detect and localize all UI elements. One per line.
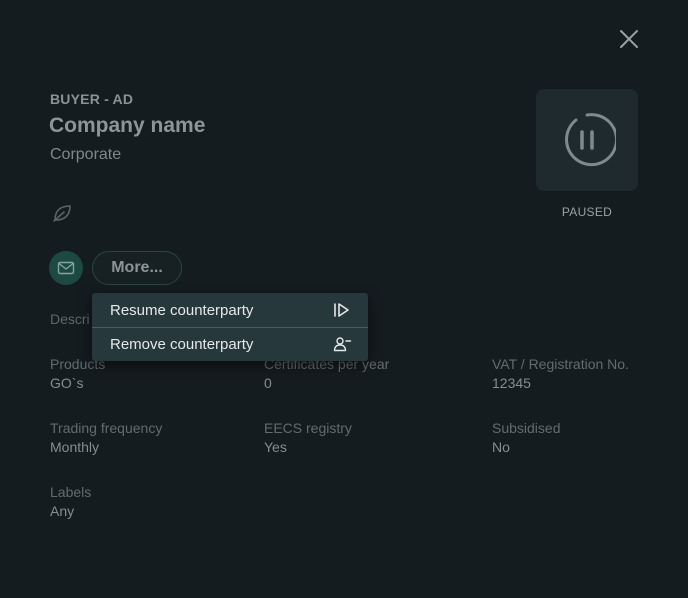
status-label: PAUSED (561, 205, 613, 219)
products-value: GO`s (50, 375, 84, 391)
menu-item-remove-counterparty[interactable]: Remove counterparty (92, 327, 368, 361)
status-indicator (536, 89, 638, 191)
leaf-icon (51, 202, 73, 224)
close-button[interactable] (616, 26, 642, 52)
labels-value: Any (50, 503, 75, 519)
vat-label: VAT / Registration No. (492, 356, 629, 372)
remove-user-icon (332, 335, 352, 353)
mail-icon (57, 261, 75, 275)
company-type: Corporate (50, 146, 122, 163)
certificates-value: 0 (264, 375, 272, 391)
eecs-registry-value: Yes (264, 439, 287, 455)
labels-label: Labels (50, 484, 92, 500)
more-button[interactable]: More... (92, 251, 182, 285)
menu-item-label: Resume counterparty (110, 301, 254, 319)
vat-value: 12345 (492, 375, 531, 391)
menu-item-resume-counterparty[interactable]: Resume counterparty (92, 293, 368, 327)
eecs-registry-label: EECS registry (264, 420, 352, 436)
trading-frequency-label: Trading frequency (50, 420, 163, 436)
trading-frequency-value: Monthly (50, 439, 100, 455)
menu-item-label: Remove counterparty (110, 335, 254, 353)
email-button[interactable] (49, 251, 83, 285)
counterparty-modal: BUYER - AD Company name Corporate PAUSED… (0, 0, 688, 598)
resume-icon (332, 301, 352, 319)
counterparty-type-label: BUYER - AD (50, 91, 134, 107)
pause-icon (565, 113, 616, 167)
company-name: Company name (49, 114, 206, 137)
more-actions-menu: Resume counterparty Remove counterparty (92, 293, 368, 361)
close-icon (620, 30, 638, 48)
description-label: Descri (50, 311, 90, 327)
subsidised-label: Subsidised (492, 420, 561, 436)
subsidised-value: No (492, 439, 510, 455)
